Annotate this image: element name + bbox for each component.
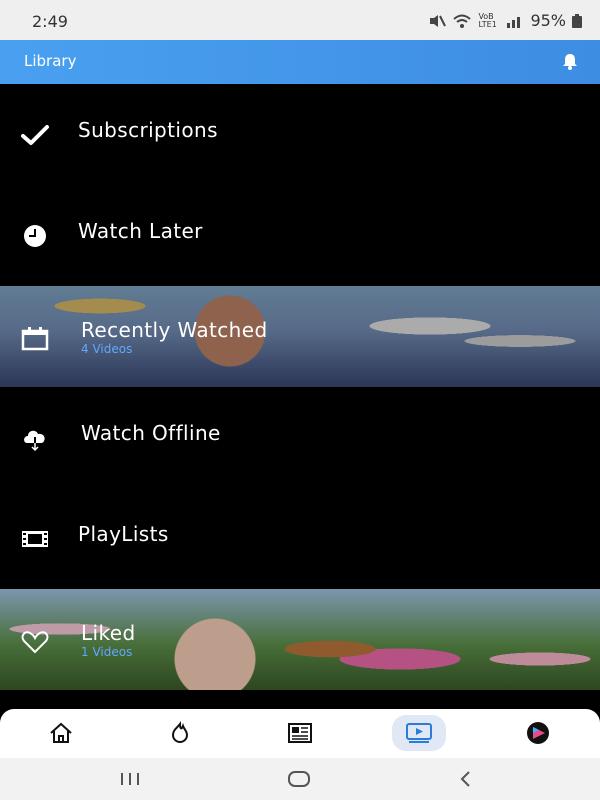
app-bar: Library (0, 40, 600, 84)
menu-item-playlists[interactable]: PlayLists (0, 488, 600, 589)
back-button[interactable] (446, 766, 486, 792)
nav-library[interactable] (392, 715, 446, 751)
cloud-download-icon (24, 430, 45, 452)
system-nav (0, 758, 600, 800)
menu-item-count: 4 Videos (81, 342, 133, 356)
menu-item-label: Liked (81, 621, 136, 645)
menu-item-label: Recently Watched (81, 318, 268, 342)
menu-item-label: Watch Later (78, 219, 203, 243)
check-icon (21, 125, 49, 145)
avatar-icon (527, 722, 549, 744)
library-icon (406, 723, 432, 743)
menu-item-label: PlayLists (78, 522, 169, 546)
nav-profile[interactable] (511, 715, 565, 751)
menu-item-watch-later[interactable]: Watch Later (0, 185, 600, 286)
wifi-icon (453, 14, 472, 28)
nav-trending[interactable] (153, 715, 207, 751)
bell-icon[interactable] (560, 52, 580, 72)
home-pill-icon (288, 771, 310, 787)
trending-icon (171, 721, 189, 743)
film-strip-icon (22, 531, 48, 547)
menu-item-watch-offline[interactable]: Watch Offline (0, 387, 600, 488)
back-icon (460, 771, 470, 787)
home-icon (50, 722, 72, 743)
clock-icon (24, 225, 46, 247)
menu-item-count: 1 Videos (81, 645, 133, 659)
page-title: Library (24, 52, 77, 70)
battery-icon (572, 13, 582, 28)
status-icons: VoB LTE1 95% (428, 11, 582, 30)
status-bar: 2:49 VoB LTE1 95% (0, 0, 600, 40)
nav-subscriptions[interactable] (273, 715, 327, 751)
recent-apps-button[interactable] (110, 766, 150, 792)
menu-item-label: Subscriptions (78, 118, 218, 142)
signal-icon (507, 16, 521, 28)
heart-icon (21, 631, 49, 654)
menu-item-recently-watched[interactable]: Recently Watched 4 Videos (0, 286, 600, 387)
network-label: VoB LTE1 (478, 11, 497, 29)
recent-apps-icon (121, 773, 139, 785)
calendar-icon (21, 327, 49, 351)
status-time: 2:49 (32, 12, 68, 31)
mute-icon (430, 14, 447, 27)
library-menu: Subscriptions Watch Later Recently Watch… (0, 84, 600, 709)
menu-item-liked[interactable]: Liked 1 Videos (0, 589, 600, 690)
bottom-nav (0, 709, 600, 758)
menu-item-subscriptions[interactable]: Subscriptions (0, 84, 600, 185)
nav-home[interactable] (34, 715, 88, 751)
news-icon (288, 723, 312, 743)
menu-item-label: Watch Offline (81, 421, 221, 445)
battery-percent: 95% (530, 11, 566, 30)
home-system-button[interactable] (279, 766, 319, 792)
